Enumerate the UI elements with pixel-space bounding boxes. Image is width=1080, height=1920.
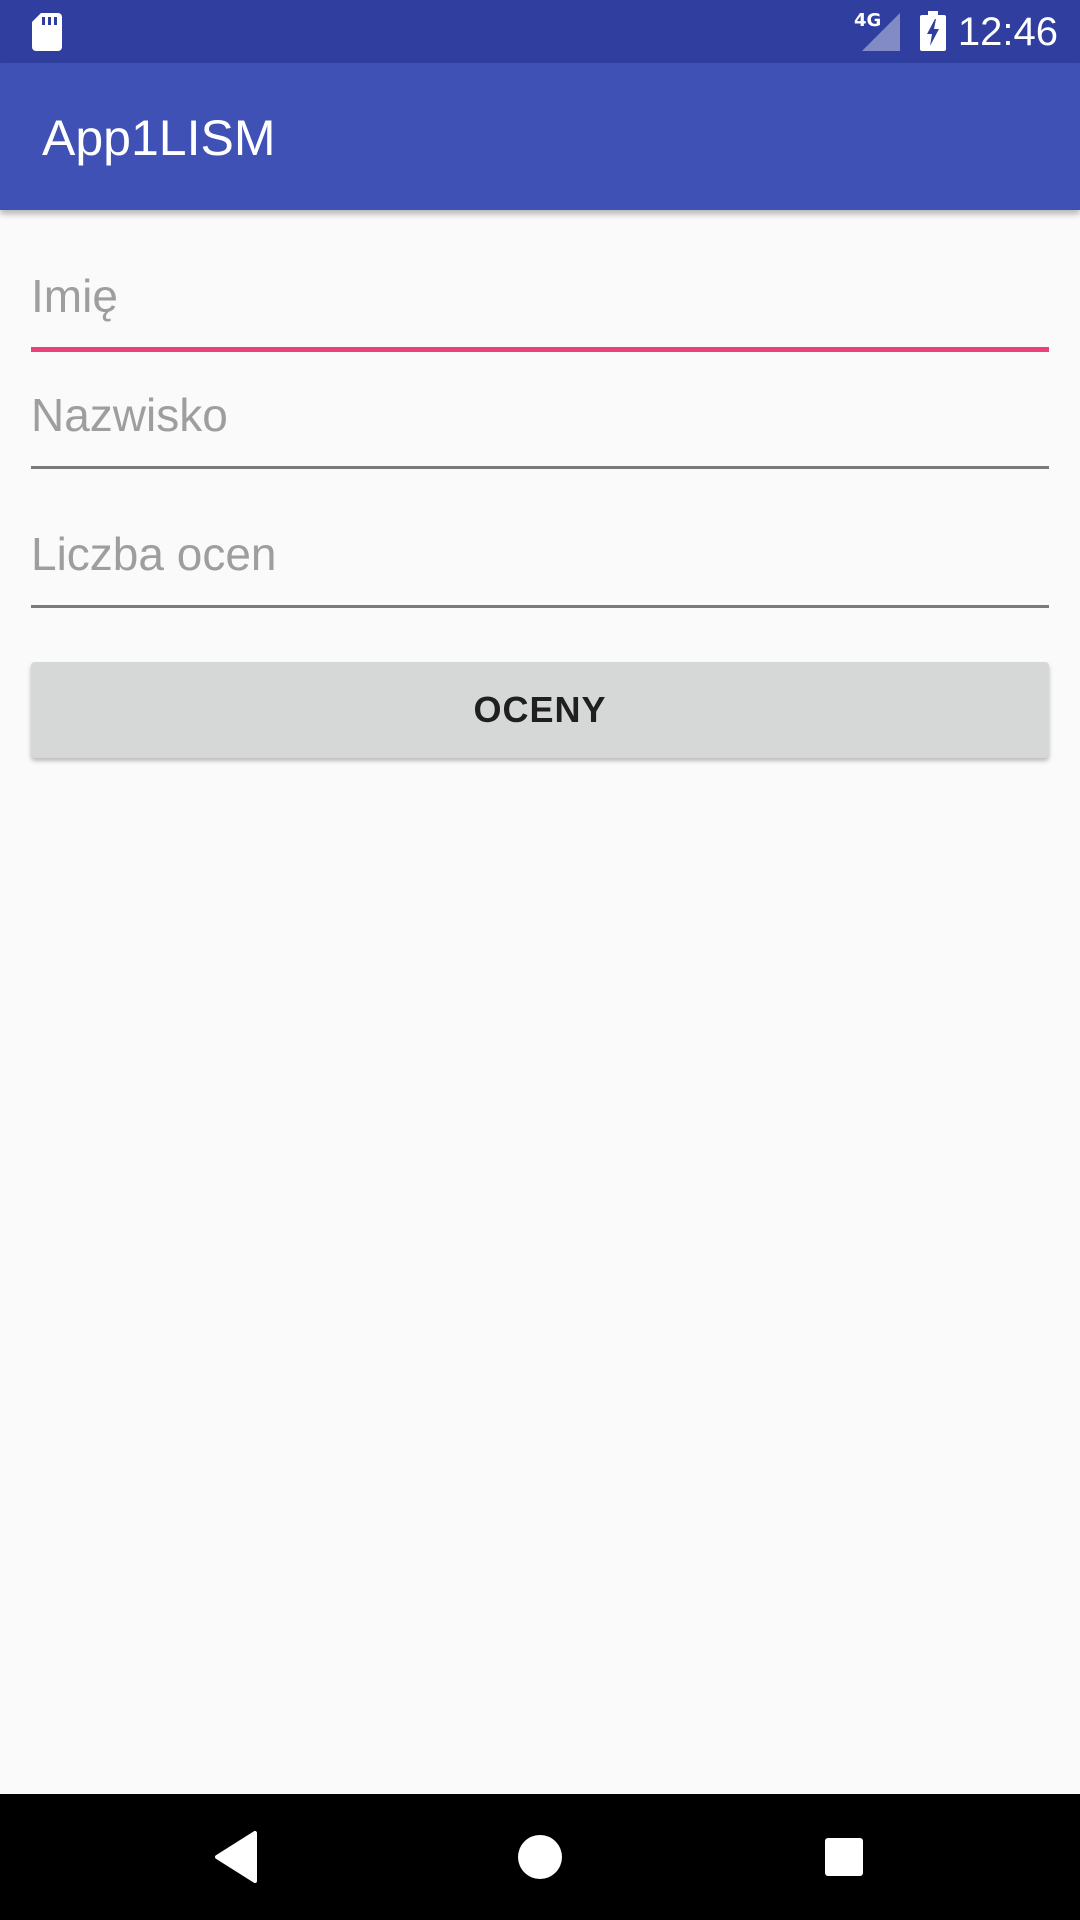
recents-icon[interactable]	[812, 1825, 876, 1889]
app-title: App1LISM	[42, 110, 276, 166]
navigation-bar	[0, 1794, 1080, 1920]
sd-card-icon	[32, 13, 62, 51]
status-bar: 4G 12:46	[0, 0, 1080, 63]
grades-button[interactable]: OCENY	[31, 662, 1049, 758]
first-name-underline	[31, 347, 1049, 352]
first-name-field	[31, 253, 1049, 352]
battery-charging-icon	[920, 11, 946, 51]
clock: 12:46	[957, 10, 1058, 54]
grade-count-underline	[31, 605, 1049, 608]
back-icon[interactable]	[204, 1825, 268, 1889]
grade-count-field	[31, 511, 1049, 608]
home-icon[interactable]	[508, 1825, 572, 1889]
app-bar: App1LISM	[0, 63, 1080, 210]
screen: 4G 12:46 App1LISM OCENY	[0, 0, 1080, 1920]
grade-count-input[interactable]	[31, 511, 1049, 597]
last-name-field	[31, 372, 1049, 469]
first-name-input[interactable]	[31, 253, 1049, 339]
last-name-underline	[31, 466, 1049, 469]
signal-icon	[862, 13, 900, 51]
last-name-input[interactable]	[31, 372, 1049, 458]
